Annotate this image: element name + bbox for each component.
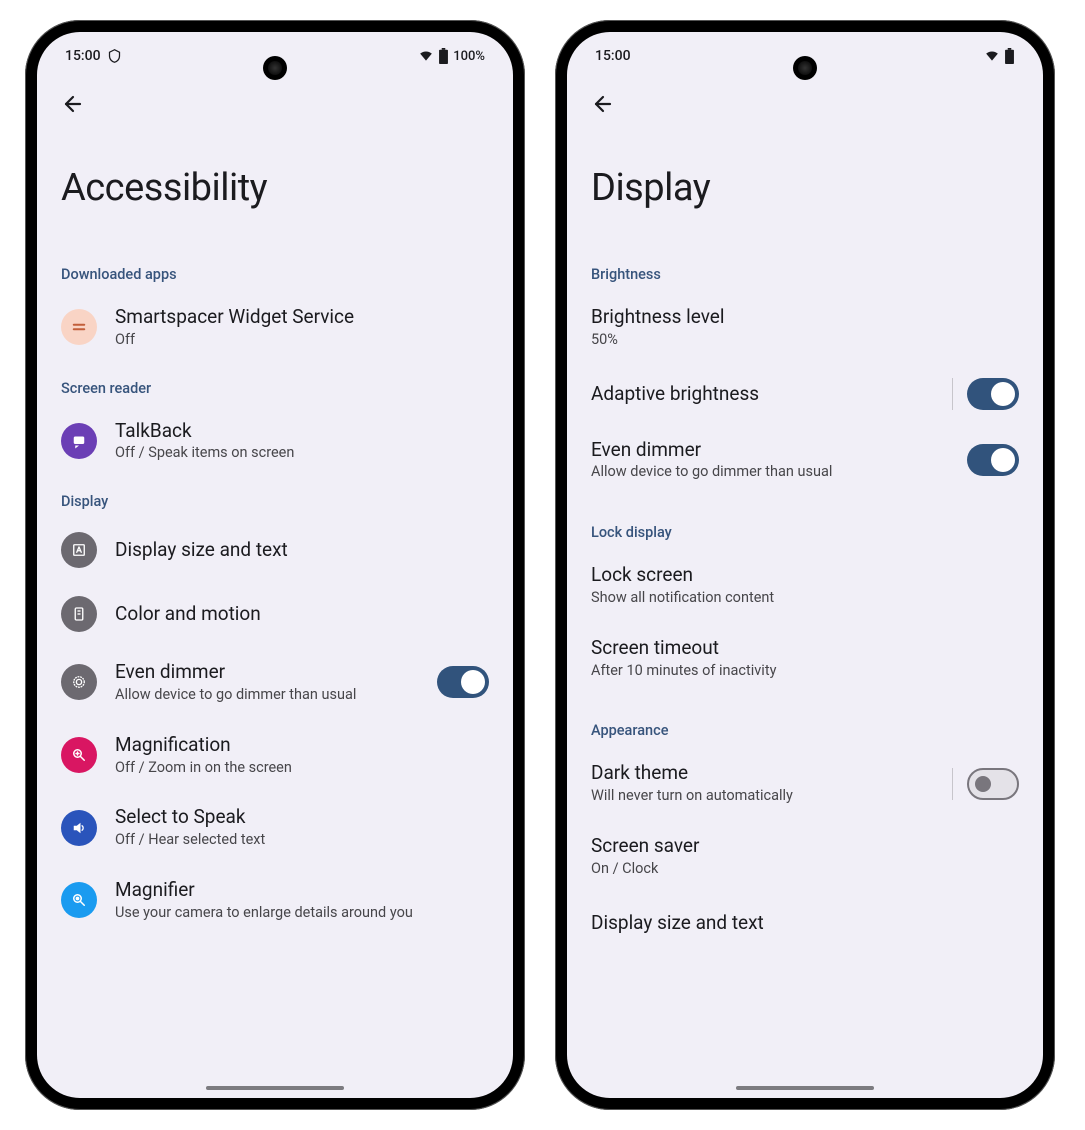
phone-right: 15:00 Display Brightness Brightness leve… bbox=[555, 20, 1055, 1110]
camera-cutout bbox=[263, 56, 287, 80]
home-indicator[interactable] bbox=[736, 1086, 874, 1090]
screen-right: 15:00 Display Brightness Brightness leve… bbox=[567, 32, 1043, 1098]
item-display-size-and-text-right[interactable]: Display size and text bbox=[567, 893, 1043, 953]
text-size-icon bbox=[61, 532, 97, 568]
item-talkback[interactable]: TalkBack Off / Speak items on screen bbox=[37, 405, 513, 478]
item-brightness-level[interactable]: Brightness level 50% bbox=[567, 291, 1043, 364]
separator bbox=[952, 378, 953, 410]
phone-left: 15:00 100% Accessibility Downloaded apps… bbox=[25, 20, 525, 1110]
item-magnification[interactable]: Magnification Off / Zoom in on the scree… bbox=[37, 719, 513, 792]
item-sub: 50% bbox=[591, 331, 1019, 350]
section-header-display: Display bbox=[37, 477, 513, 518]
item-title: Screen timeout bbox=[591, 636, 1019, 660]
section-header-downloaded-apps: Downloaded apps bbox=[37, 250, 513, 291]
item-screen-timeout[interactable]: Screen timeout After 10 minutes of inact… bbox=[567, 622, 1043, 695]
item-lock-screen[interactable]: Lock screen Show all notification conten… bbox=[567, 549, 1043, 622]
status-time: 15:00 bbox=[65, 48, 101, 64]
item-adaptive-brightness[interactable]: Adaptive brightness bbox=[567, 364, 1043, 424]
item-sub: After 10 minutes of inactivity bbox=[591, 662, 1019, 681]
item-title: Even dimmer bbox=[591, 438, 949, 462]
nav-row bbox=[37, 80, 513, 128]
magnification-icon bbox=[61, 737, 97, 773]
select-speak-icon bbox=[61, 810, 97, 846]
back-arrow-icon bbox=[61, 92, 85, 116]
item-title: Display size and text bbox=[591, 911, 1019, 935]
screen-left: 15:00 100% Accessibility Downloaded apps… bbox=[37, 32, 513, 1098]
item-dark-theme[interactable]: Dark theme Will never turn on automatica… bbox=[567, 747, 1043, 820]
shield-icon bbox=[107, 48, 122, 64]
item-title: Color and motion bbox=[115, 602, 489, 626]
item-sub: Allow device to go dimmer than usual bbox=[115, 686, 419, 705]
nav-row bbox=[567, 80, 1043, 128]
item-title: Smartspacer Widget Service bbox=[115, 305, 489, 329]
section-header-brightness: Brightness bbox=[567, 250, 1043, 291]
battery-icon bbox=[1004, 48, 1015, 64]
dimmer-icon bbox=[61, 664, 97, 700]
item-even-dimmer[interactable]: Even dimmer Allow device to go dimmer th… bbox=[37, 646, 513, 719]
item-sub: Off / Hear selected text bbox=[115, 831, 489, 850]
item-sub: Off bbox=[115, 331, 489, 350]
separator bbox=[952, 768, 953, 800]
item-color-and-motion[interactable]: Color and motion bbox=[37, 582, 513, 646]
color-motion-icon bbox=[61, 596, 97, 632]
item-title: Lock screen bbox=[591, 563, 1019, 587]
item-sub: Allow device to go dimmer than usual bbox=[591, 463, 949, 482]
back-button[interactable] bbox=[583, 84, 623, 124]
toggle-even-dimmer[interactable] bbox=[437, 666, 489, 698]
item-sub: Off / Zoom in on the screen bbox=[115, 759, 489, 778]
page-title: Accessibility bbox=[37, 128, 513, 250]
status-battery: 100% bbox=[453, 49, 485, 64]
home-indicator[interactable] bbox=[206, 1086, 344, 1090]
section-header-screen-reader: Screen reader bbox=[37, 364, 513, 405]
item-title: Display size and text bbox=[115, 538, 489, 562]
toggle-even-dimmer-right[interactable] bbox=[967, 444, 1019, 476]
talkback-icon bbox=[61, 423, 97, 459]
item-title: Even dimmer bbox=[115, 660, 419, 684]
item-screen-saver[interactable]: Screen saver On / Clock bbox=[567, 820, 1043, 893]
battery-icon bbox=[438, 48, 449, 64]
page-title: Display bbox=[567, 128, 1043, 250]
section-header-appearance: Appearance bbox=[567, 694, 1043, 747]
item-even-dimmer-right[interactable]: Even dimmer Allow device to go dimmer th… bbox=[567, 424, 1043, 497]
item-sub: Will never turn on automatically bbox=[591, 787, 934, 806]
back-arrow-icon bbox=[591, 92, 615, 116]
toggle-dark-theme[interactable] bbox=[967, 768, 1019, 800]
item-magnifier[interactable]: Magnifier Use your camera to enlarge det… bbox=[37, 864, 513, 937]
item-title: Magnifier bbox=[115, 878, 489, 902]
back-button[interactable] bbox=[53, 84, 93, 124]
item-sub: Use your camera to enlarge details aroun… bbox=[115, 904, 489, 923]
section-header-lock-display: Lock display bbox=[567, 496, 1043, 549]
wifi-icon bbox=[984, 49, 1000, 63]
item-title: Dark theme bbox=[591, 761, 934, 785]
item-select-to-speak[interactable]: Select to Speak Off / Hear selected text bbox=[37, 791, 513, 864]
item-display-size-and-text[interactable]: Display size and text bbox=[37, 518, 513, 582]
item-title: Screen saver bbox=[591, 834, 1019, 858]
list-icon bbox=[61, 309, 97, 345]
toggle-adaptive-brightness[interactable] bbox=[967, 378, 1019, 410]
camera-cutout bbox=[793, 56, 817, 80]
item-sub: On / Clock bbox=[591, 860, 1019, 879]
status-time: 15:00 bbox=[595, 48, 631, 64]
wifi-icon bbox=[418, 49, 434, 63]
item-title: TalkBack bbox=[115, 419, 489, 443]
item-title: Select to Speak bbox=[115, 805, 489, 829]
item-title: Adaptive brightness bbox=[591, 382, 934, 406]
item-sub: Off / Speak items on screen bbox=[115, 444, 489, 463]
item-smartspacer[interactable]: Smartspacer Widget Service Off bbox=[37, 291, 513, 364]
magnifier-icon bbox=[61, 882, 97, 918]
item-title: Magnification bbox=[115, 733, 489, 757]
item-title: Brightness level bbox=[591, 305, 1019, 329]
item-sub: Show all notification content bbox=[591, 589, 1019, 608]
